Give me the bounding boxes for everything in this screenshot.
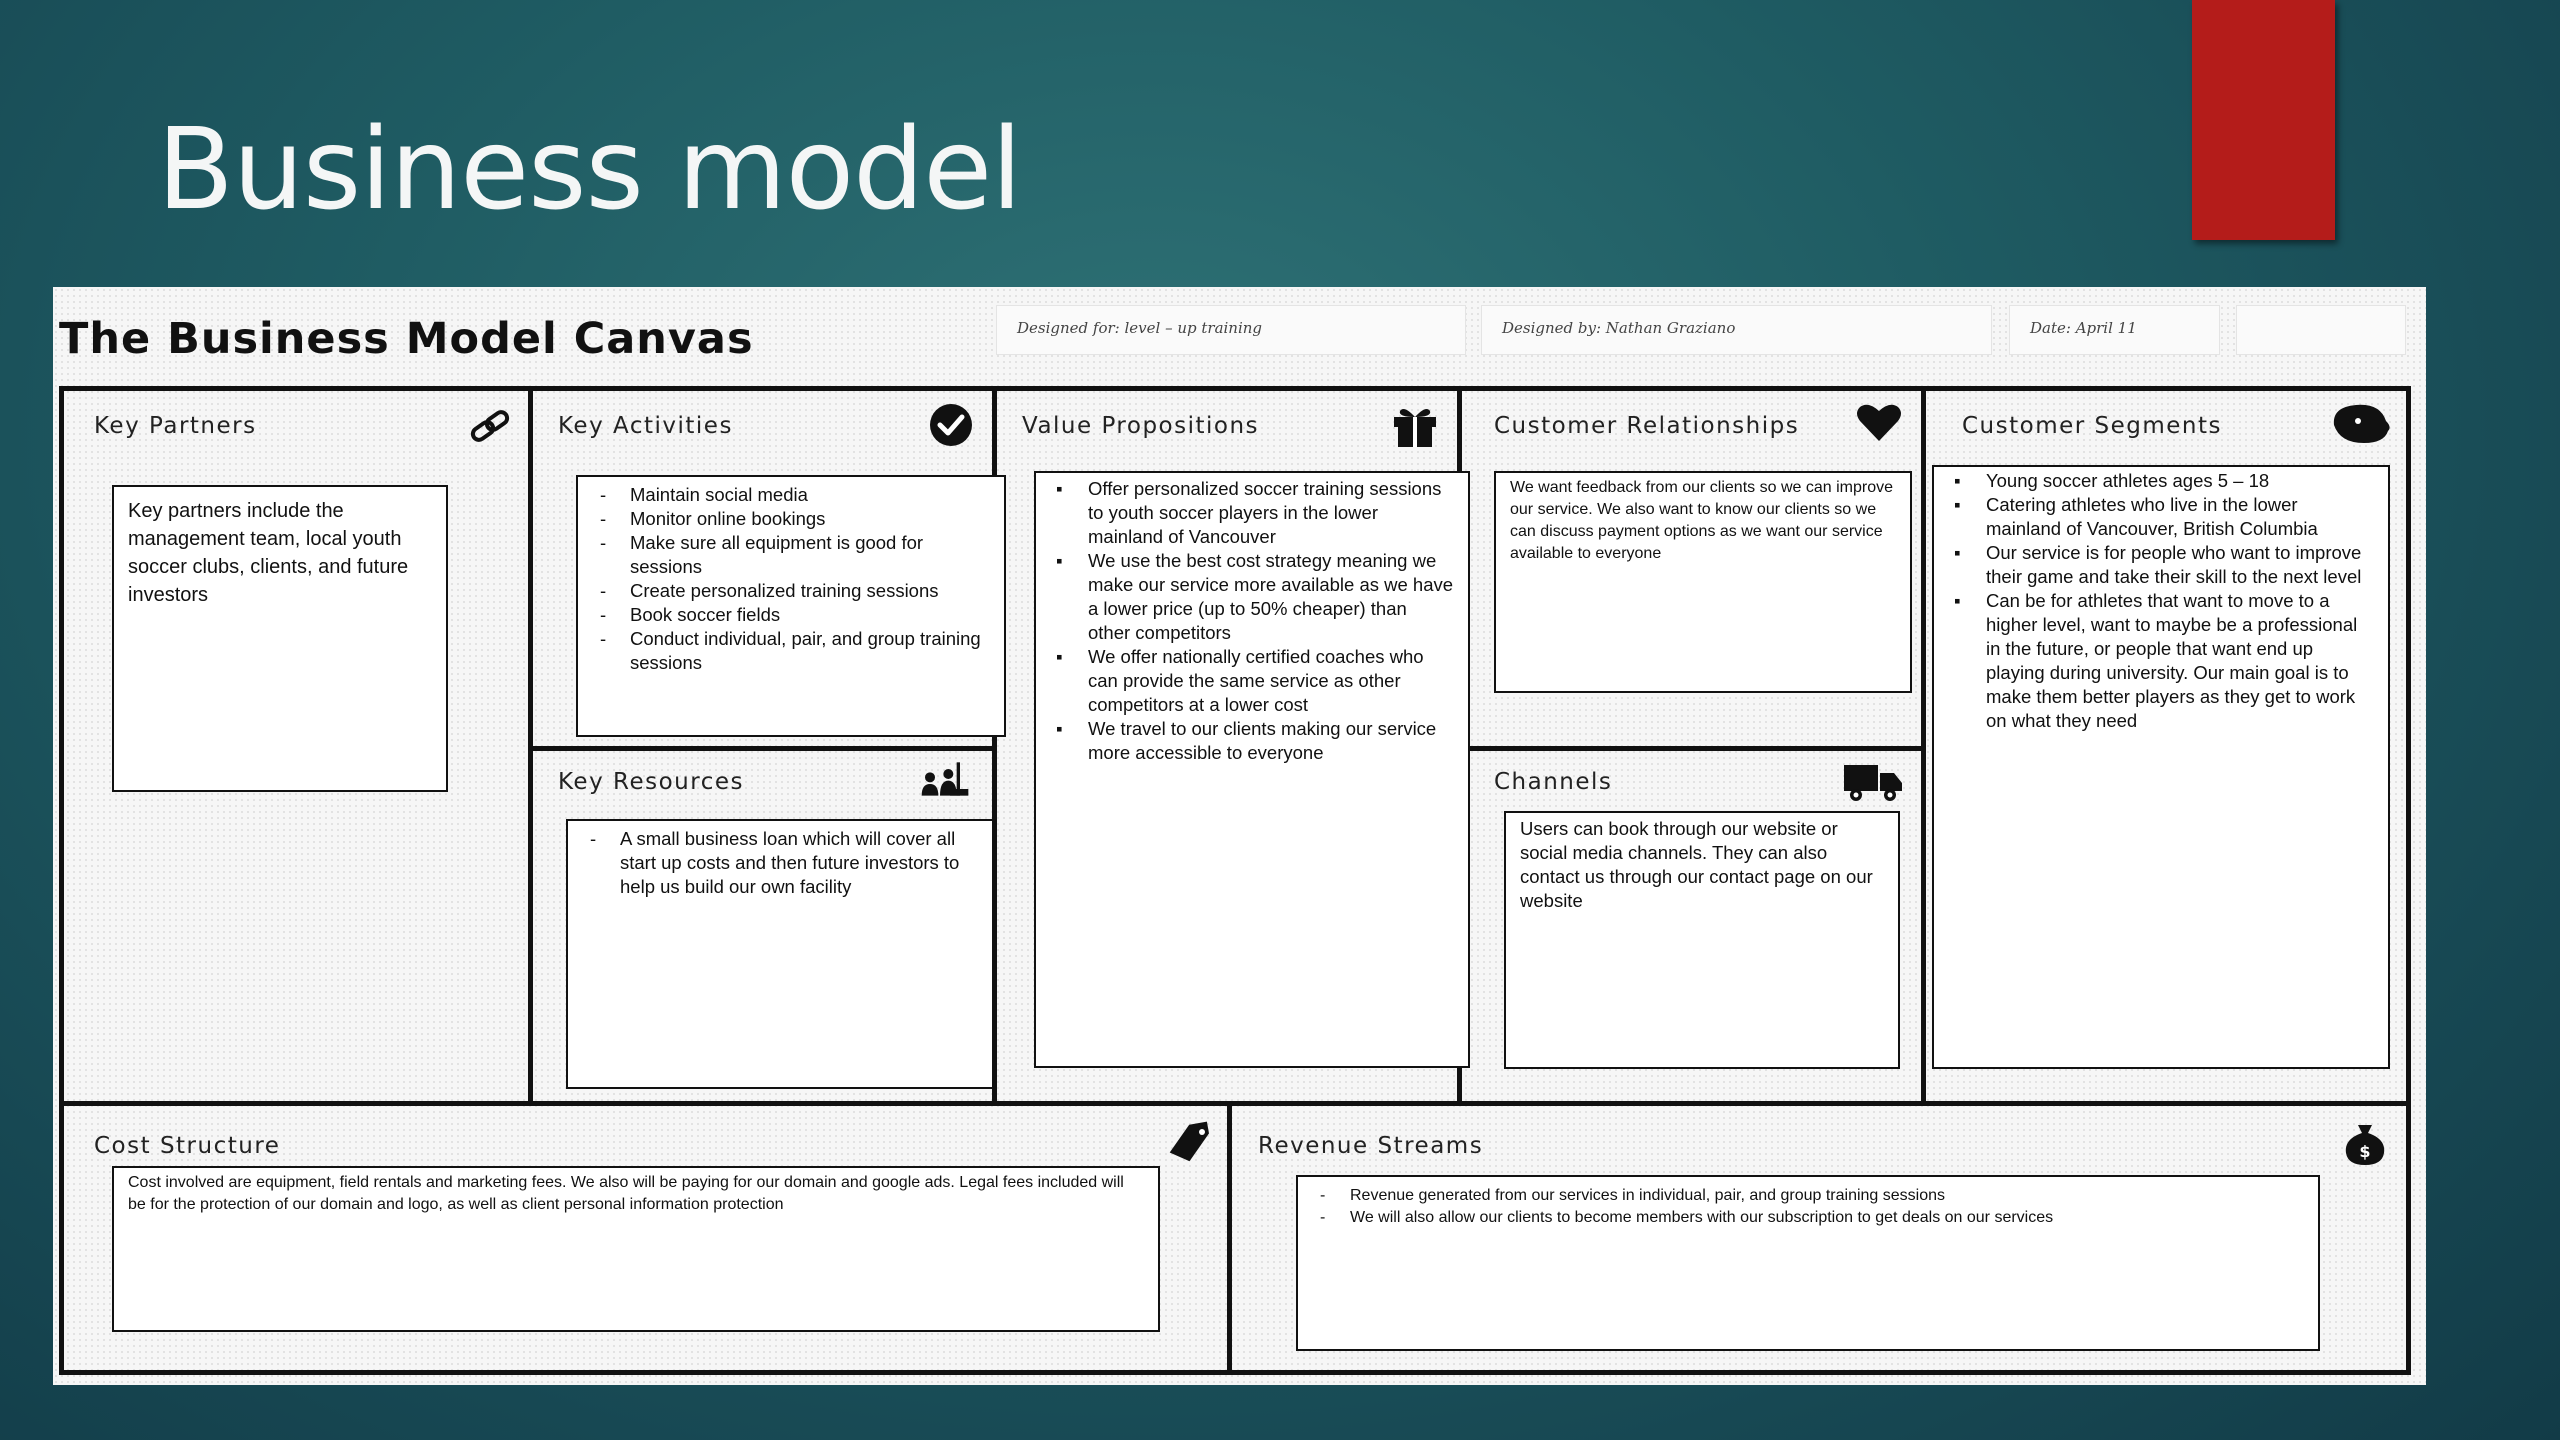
list-item: Revenue generated from our services in i… (1312, 1185, 2304, 1207)
list-item: We travel to our clients making our serv… (1050, 717, 1454, 765)
channels-text: Users can book through our website or so… (1520, 818, 1873, 911)
designed-by-field: Designed by: Nathan Graziano (1481, 305, 1992, 355)
key-partners-heading: Key Partners (94, 413, 257, 439)
business-model-canvas: The Business Model Canvas Designed for: … (53, 287, 2426, 1385)
key-resources-heading: Key Resources (558, 769, 744, 795)
date-field: Date: April 11 (2009, 305, 2220, 355)
gift-icon (1394, 409, 1436, 447)
cost-structure-box: Cost involved are equipment, field renta… (112, 1166, 1160, 1332)
canvas-grid: Key Partners Key partners include the ma… (59, 386, 2411, 1375)
revenue-streams-heading: Revenue Streams (1258, 1133, 1484, 1159)
key-partners-text: Key partners include the management team… (128, 500, 409, 606)
customer-relationships-text: We want feedback from our clients so we … (1510, 479, 1893, 562)
truck-icon (1844, 765, 1902, 801)
cost-structure-text: Cost involved are equipment, field renta… (128, 1174, 1124, 1213)
customer-relationships-heading: Customer Relationships (1494, 413, 1800, 439)
cost-structure-heading: Cost Structure (94, 1133, 281, 1159)
revenue-streams-box: Revenue generated from our services in i… (1296, 1175, 2320, 1351)
value-propositions-heading: Value Propositions (1022, 413, 1260, 439)
canvas-title: The Business Model Canvas (59, 314, 754, 364)
list-item: Offer personalized soccer training sessi… (1050, 477, 1454, 549)
key-activities-heading: Key Activities (558, 413, 733, 439)
link-icon (470, 410, 510, 442)
divider (64, 1101, 2406, 1106)
list-item: Can be for athletes that want to move to… (1948, 589, 2374, 733)
key-activities-box: Maintain social media Monitor online boo… (576, 475, 1006, 737)
list-item: Catering athletes who live in the lower … (1948, 493, 2374, 541)
designed-for-field: Designed for: level – up training (996, 305, 1466, 355)
key-resources-box: A small business loan which will cover a… (566, 819, 994, 1089)
list-item: Young soccer athletes ages 5 – 18 (1948, 469, 2374, 493)
list-item: Book soccer fields (592, 603, 990, 627)
heart-icon (1857, 404, 1901, 441)
list-item: Maintain social media (592, 483, 990, 507)
checkmark-icon (930, 404, 972, 446)
channels-box: Users can book through our website or so… (1504, 811, 1900, 1069)
money-bag-icon: $ (2345, 1125, 2385, 1165)
list-item: We offer nationally certified coaches wh… (1050, 645, 1454, 717)
price-tag-icon (1169, 1121, 1209, 1162)
list-item: A small business loan which will cover a… (582, 827, 978, 899)
list-item: Conduct individual, pair, and group trai… (592, 627, 990, 675)
list-item: We use the best cost strategy meaning we… (1050, 549, 1454, 645)
channels-heading: Channels (1494, 769, 1613, 795)
value-propositions-box: Offer personalized soccer training sessi… (1034, 471, 1470, 1068)
list-item: Our service is for people who want to im… (1948, 541, 2374, 589)
list-item: We will also allow our clients to become… (1312, 1207, 2304, 1229)
accent-tab (2192, 0, 2335, 240)
key-partners-box: Key partners include the management team… (112, 485, 448, 792)
customer-segments-box: Young soccer athletes ages 5 – 18 Cateri… (1932, 465, 2390, 1069)
list-item: Monitor online bookings (592, 507, 990, 531)
version-field (2236, 305, 2406, 355)
svg-text:$: $ (2359, 1142, 2370, 1161)
divider (1227, 1105, 1232, 1375)
list-item: Create personalized training sessions (592, 579, 990, 603)
slide-title: Business model (157, 105, 1022, 235)
customer-relationships-box: We want feedback from our clients so we … (1494, 471, 1912, 693)
divider (1457, 746, 1926, 751)
customer-segments-heading: Customer Segments (1962, 413, 2223, 439)
divider (528, 746, 997, 751)
list-item: Make sure all equipment is good for sess… (592, 531, 990, 579)
head-icon (2333, 404, 2390, 443)
workers-icon (921, 762, 969, 796)
